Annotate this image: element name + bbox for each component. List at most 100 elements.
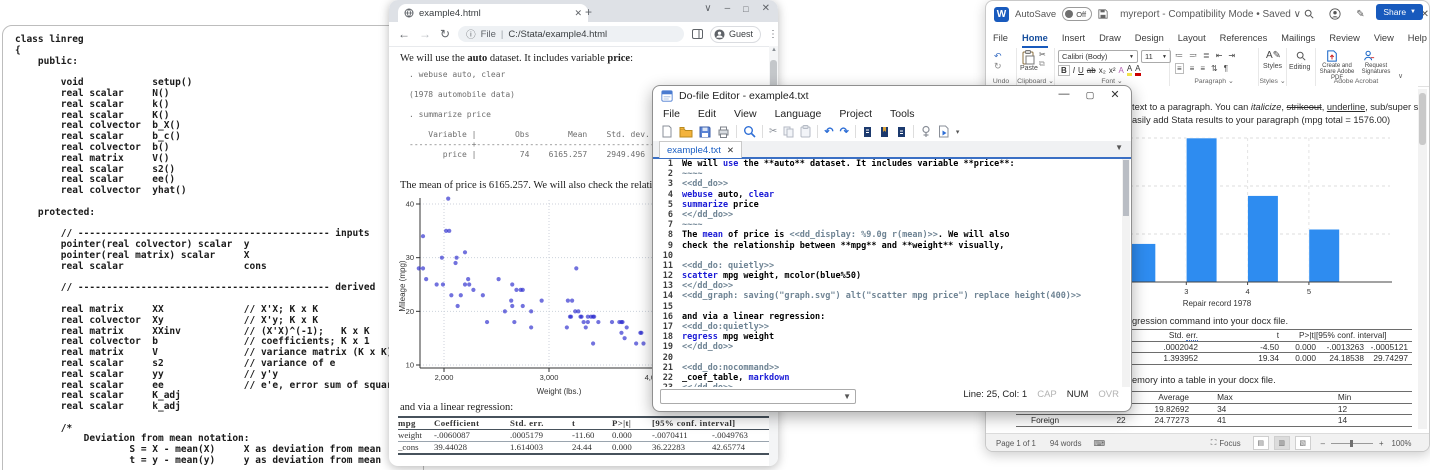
paragraph-mark-icon[interactable]: ¶: [1224, 64, 1228, 73]
tab-close-icon[interactable]: ✕: [574, 8, 582, 19]
editor-tab-example4[interactable]: example4.txt ✕: [659, 141, 742, 158]
editor-scrollbar-thumb[interactable]: [1123, 160, 1129, 216]
tab-design[interactable]: Design: [1128, 33, 1171, 48]
numbering-icon[interactable]: ≕: [1189, 51, 1197, 60]
tab-home[interactable]: Home: [1015, 33, 1055, 48]
align-left-icon[interactable]: ≡: [1175, 63, 1184, 74]
tab-layout[interactable]: Layout: [1171, 33, 1213, 48]
zoom-level[interactable]: 100%: [1392, 439, 1412, 448]
code-line[interactable]: 19<</dd_do>>: [653, 342, 1115, 352]
more-icon[interactable]: ▾: [956, 128, 960, 136]
code-line[interactable]: 14<<dd_graph: saving("graph.svg") alt("s…: [653, 291, 1115, 301]
menu-view[interactable]: View: [734, 108, 757, 120]
redo-icon[interactable]: ↻: [994, 61, 1002, 72]
page-indicator[interactable]: Page 1 of 1: [996, 439, 1036, 448]
menu-language[interactable]: Language: [775, 108, 822, 120]
align-right-icon[interactable]: ≡: [1200, 64, 1205, 73]
tab-help[interactable]: Help: [1401, 33, 1430, 48]
editor-search-combobox[interactable]: ▼: [660, 389, 856, 404]
editing-icon[interactable]: [1296, 51, 1306, 61]
highlight-icon[interactable]: A: [1127, 64, 1132, 76]
paste-icon[interactable]: [800, 125, 811, 138]
minimize-icon[interactable]: –: [725, 3, 731, 14]
code-line[interactable]: 12scatter mpg weight, mcolor(blue%50): [653, 271, 1115, 281]
preview-icon[interactable]: [920, 125, 932, 138]
account-icon[interactable]: [1329, 8, 1341, 20]
next-bookmark-icon[interactable]: [896, 126, 907, 138]
align-center-icon[interactable]: ≡: [1190, 64, 1195, 73]
font-color-icon[interactable]: A: [1135, 64, 1140, 76]
text-effects-icon[interactable]: A: [1118, 66, 1123, 75]
create-share-pdf-icon[interactable]: [1326, 50, 1338, 62]
code-line[interactable]: 17<<dd_do:quietly>>: [653, 322, 1115, 332]
code-line[interactable]: 8The mean of price is <<dd_display: %9.0…: [653, 230, 1115, 240]
maximize-icon[interactable]: ▢: [1079, 90, 1101, 101]
forward-icon[interactable]: →: [419, 27, 431, 41]
web-layout-icon[interactable]: ▧: [1295, 436, 1311, 450]
tab-close-icon[interactable]: ✕: [727, 145, 734, 156]
close-icon[interactable]: ✕: [762, 3, 770, 14]
request-signatures-icon[interactable]: [1363, 50, 1375, 62]
line-spacing-icon[interactable]: ⇅: [1211, 64, 1218, 73]
superscript-button[interactable]: x²: [1109, 66, 1116, 75]
side-panel-icon[interactable]: [692, 29, 703, 39]
autosave-toggle[interactable]: Off: [1062, 7, 1092, 21]
code-line[interactable]: 6<</dd_do>>: [653, 210, 1115, 220]
tab-list-dropdown-icon[interactable]: ▼: [1115, 143, 1123, 152]
copy-icon[interactable]: ⧉: [1039, 59, 1045, 69]
back-icon[interactable]: ←: [398, 27, 410, 41]
menu-file[interactable]: File: [663, 108, 680, 120]
code-line[interactable]: 5summarize price: [653, 200, 1115, 210]
zoom-in-icon[interactable]: +: [1379, 439, 1384, 448]
previous-bookmark-icon[interactable]: [862, 126, 873, 138]
code-line[interactable]: 11<<dd_do: quietly>>: [653, 261, 1115, 271]
menu-edit[interactable]: Edit: [698, 108, 716, 120]
print-layout-icon[interactable]: ▥: [1274, 436, 1290, 450]
tab-view[interactable]: View: [1367, 33, 1401, 48]
strikethrough-button[interactable]: ab: [1087, 66, 1096, 75]
tab-draw[interactable]: Draw: [1092, 33, 1128, 48]
open-icon[interactable]: [679, 126, 693, 138]
scrollbar-up-arrow-icon[interactable]: ▲: [771, 47, 777, 53]
execute-do-icon[interactable]: [938, 125, 950, 138]
code-line[interactable]: 20: [653, 353, 1115, 363]
code-line[interactable]: 15: [653, 302, 1115, 312]
code-line[interactable]: 13<</dd_do>>: [653, 281, 1115, 291]
cut-icon[interactable]: ✂: [1039, 50, 1046, 59]
menu-project[interactable]: Project: [839, 108, 872, 120]
proofing-icon[interactable]: ⌨: [1094, 439, 1105, 448]
font-name-select[interactable]: Calibri (Body)▼: [1058, 50, 1138, 63]
bold-button[interactable]: B: [1058, 65, 1070, 76]
code-line[interactable]: 22_coef_table, markdown: [653, 373, 1115, 383]
tab-review[interactable]: Review: [1322, 33, 1366, 48]
code-line[interactable]: 3<<dd_do>>: [653, 179, 1115, 189]
search-tabs-icon[interactable]: ∨: [704, 3, 711, 14]
styles-label[interactable]: Styles: [1263, 63, 1282, 70]
code-line[interactable]: 4webuse auto, clear: [653, 190, 1115, 200]
undo-icon[interactable]: ↶: [824, 125, 833, 138]
editing-label[interactable]: Editing: [1289, 64, 1310, 71]
word-count[interactable]: 94 words: [1050, 439, 1082, 448]
underline-button[interactable]: U: [1078, 66, 1084, 75]
word-scrollbar-thumb[interactable]: [1419, 93, 1426, 145]
save-icon[interactable]: [1098, 9, 1108, 19]
minimize-icon[interactable]: —: [1053, 88, 1075, 100]
address-bar[interactable]: ⓘ File | C:/Stata/example4.html: [458, 26, 684, 42]
tab-references[interactable]: References: [1213, 33, 1275, 48]
read-mode-icon[interactable]: ▤: [1253, 436, 1269, 450]
browser-menu-icon[interactable]: ⋮: [768, 29, 778, 40]
find-icon[interactable]: [743, 125, 756, 138]
tab-insert[interactable]: Insert: [1055, 33, 1092, 48]
subscript-button[interactable]: x₂: [1099, 66, 1106, 75]
zoom-slider[interactable]: [1331, 443, 1373, 444]
pen-icon[interactable]: ✎: [1356, 9, 1364, 20]
code-line[interactable]: 1We will use the **auto** dataset. It in…: [653, 159, 1115, 169]
new-tab-button[interactable]: +: [585, 5, 592, 19]
copy-icon[interactable]: [783, 126, 794, 138]
collapse-ribbon-icon[interactable]: ∨: [1398, 72, 1403, 80]
code-line[interactable]: 10: [653, 251, 1115, 261]
italic-button[interactable]: I: [1073, 66, 1075, 75]
zoom-slider-knob[interactable]: [1350, 440, 1353, 447]
code-line[interactable]: 21<<dd_do:nocommand>>: [653, 363, 1115, 373]
reload-icon[interactable]: ↻: [440, 27, 450, 41]
